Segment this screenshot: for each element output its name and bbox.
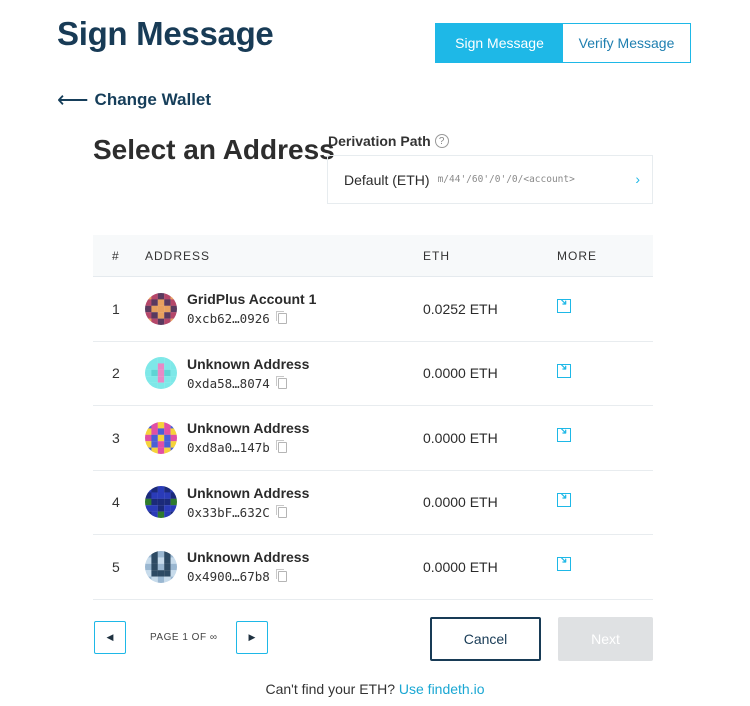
derivation-path-label-text: Derivation Path (328, 133, 431, 149)
table-row[interactable]: 5 Unknown Address 0x4900…67b8 0.0000 ETH… (93, 535, 653, 600)
identicon-avatar (145, 357, 177, 390)
address-table: # ADDRESS ETH MORE 1 GridPlus Account 1 … (93, 235, 653, 600)
more-cell: ➜ (556, 425, 653, 447)
tab-verify-message[interactable]: Verify Message (563, 24, 690, 62)
account-address-line: 0x4900…67b8 (187, 569, 309, 584)
account-name: GridPlus Account 1 (187, 291, 317, 308)
derivation-path-select[interactable]: Default (ETH) m/44'/60'/0'/0/<account> › (327, 155, 653, 204)
eth-balance: 0.0000 ETH (423, 429, 498, 446)
table-header: # ADDRESS ETH MORE (93, 235, 653, 277)
address-info: Unknown Address 0xd8a0…147b (187, 420, 309, 455)
findeth-link[interactable]: Use findeth.io (399, 681, 485, 697)
external-link-icon[interactable]: ➜ (556, 360, 571, 378)
table-row[interactable]: 2 Unknown Address 0xda58…8074 0.0000 ETH… (93, 342, 653, 406)
copy-icon[interactable] (275, 311, 287, 325)
help-icon[interactable]: ? (434, 134, 449, 148)
next-page-button[interactable]: ▶ (236, 621, 268, 654)
account-name: Unknown Address (187, 484, 310, 501)
address-info: GridPlus Account 1 0xcb62…0926 (187, 291, 316, 326)
copy-icon[interactable] (275, 569, 287, 583)
identicon-avatar (145, 550, 177, 583)
page-indicator: PAGE 1 OF ∞ (150, 632, 218, 643)
account-name: Unknown Address (187, 420, 310, 437)
prev-page-button[interactable]: ◀ (94, 621, 126, 654)
row-index: 5 (112, 558, 120, 575)
address-info: Unknown Address 0xda58…8074 (187, 356, 309, 391)
account-name: Unknown Address (187, 549, 310, 566)
change-wallet-link[interactable]: ⟵ Change Wallet (57, 87, 212, 112)
account-address: 0xcb62…0926 (187, 311, 270, 327)
row-index: 2 (112, 365, 120, 382)
mode-tabs: Sign Message Verify Message (435, 23, 691, 63)
eth-balance: 0.0000 ETH (423, 365, 498, 382)
address-cell: GridPlus Account 1 0xcb62…0926 (145, 291, 423, 326)
footer-text: Can't find your ETH? (265, 681, 395, 697)
row-index: 4 (112, 494, 120, 511)
address-cell: Unknown Address 0x4900…67b8 (145, 549, 423, 584)
header-more: MORE (557, 248, 597, 263)
derivation-path-label: Derivation Path ? (328, 133, 449, 149)
account-address: 0xd8a0…147b (187, 440, 270, 456)
derivation-path-value: Default (ETH) (344, 171, 430, 188)
eth-balance: 0.0252 ETH (423, 300, 498, 317)
copy-icon[interactable] (275, 375, 287, 389)
derivation-path-string: m/44'/60'/0'/0/<account> (437, 174, 575, 185)
more-cell: ➜ (556, 489, 653, 512)
page-title: Sign Message (57, 15, 274, 52)
address-cell: Unknown Address 0xda58…8074 (145, 356, 423, 391)
caret-right-icon: ▶ (248, 632, 256, 642)
account-address: 0x4900…67b8 (187, 569, 270, 585)
identicon-avatar (145, 421, 177, 454)
account-address: 0x33bF…632C (187, 504, 270, 520)
next-button[interactable]: Next (558, 617, 653, 661)
caret-left-icon: ◀ (106, 632, 114, 642)
address-cell: Unknown Address 0xd8a0…147b (145, 420, 423, 455)
change-wallet-label: Change Wallet (94, 90, 212, 109)
eth-balance: 0.0000 ETH (423, 494, 498, 511)
row-index: 3 (112, 429, 120, 446)
external-link-icon[interactable]: ➜ (556, 425, 571, 443)
row-index: 1 (112, 300, 120, 317)
section-title: Select an Address (93, 134, 335, 165)
tab-sign-message[interactable]: Sign Message (436, 24, 563, 62)
header-eth: ETH (423, 248, 450, 263)
account-address-line: 0xda58…8074 (187, 375, 309, 391)
more-cell: ➜ (556, 296, 653, 318)
account-address-line: 0xd8a0…147b (187, 440, 309, 455)
table-row[interactable]: 3 Unknown Address 0xd8a0…147b 0.0000 ETH… (93, 406, 653, 471)
copy-icon[interactable] (275, 440, 287, 454)
address-info: Unknown Address 0x33bF…632C (187, 485, 309, 520)
address-info: Unknown Address 0x4900…67b8 (187, 549, 309, 584)
external-link-icon[interactable]: ➜ (556, 489, 571, 507)
arrow-left-icon: ⟵ (57, 87, 89, 112)
account-address: 0xda58…8074 (187, 375, 270, 391)
table-row[interactable]: 4 Unknown Address 0x33bF…632C 0.0000 ETH… (93, 471, 653, 535)
identicon-avatar (145, 292, 177, 325)
account-address-line: 0x33bF…632C (187, 504, 309, 520)
more-cell: ➜ (556, 554, 653, 576)
more-cell: ➜ (556, 360, 653, 383)
header-index: # (112, 248, 120, 263)
cancel-button[interactable]: Cancel (430, 617, 541, 661)
table-row[interactable]: 1 GridPlus Account 1 0xcb62…0926 0.0252 … (93, 277, 653, 342)
header-address: ADDRESS (145, 248, 211, 263)
copy-icon[interactable] (275, 504, 287, 518)
footer: Can't find your ETH? Use findeth.io (0, 681, 750, 697)
eth-balance: 0.0000 ETH (423, 558, 498, 575)
identicon-avatar (145, 486, 177, 519)
account-address-line: 0xcb62…0926 (187, 311, 316, 326)
external-link-icon[interactable]: ➜ (556, 296, 571, 314)
chevron-right-icon: › (635, 171, 640, 187)
address-cell: Unknown Address 0x33bF…632C (145, 485, 423, 520)
external-link-icon[interactable]: ➜ (556, 554, 571, 572)
account-name: Unknown Address (187, 355, 310, 372)
